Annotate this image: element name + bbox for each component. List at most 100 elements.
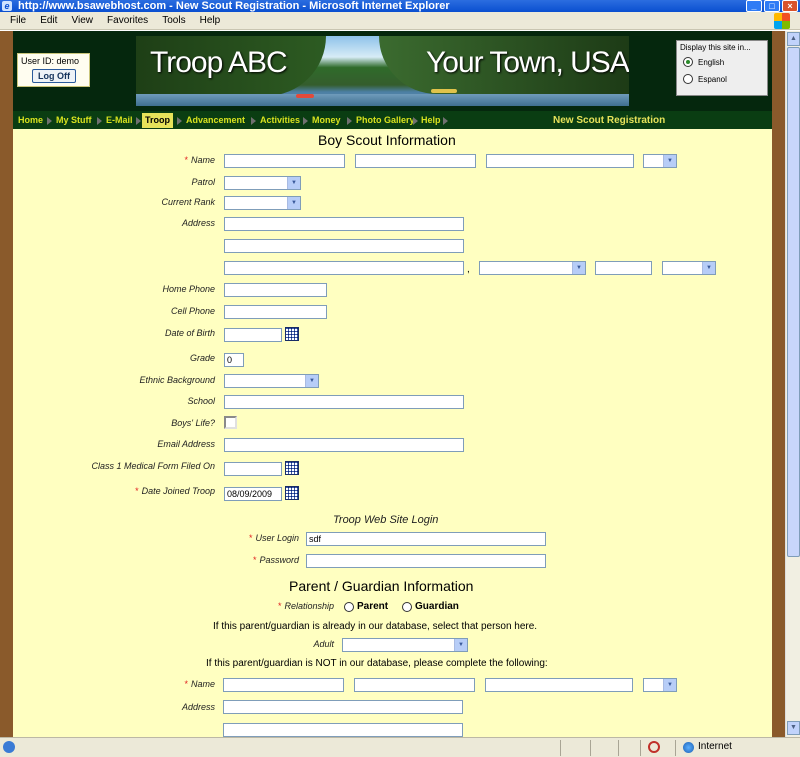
parent-last-name-input[interactable] <box>485 678 633 692</box>
minimize-button[interactable]: _ <box>746 0 762 12</box>
user-login-input[interactable]: sdf <box>306 532 546 546</box>
school-input[interactable] <box>224 395 464 409</box>
scroll-up-icon[interactable]: ▲ <box>787 32 800 46</box>
maximize-button[interactable]: □ <box>764 0 780 12</box>
date-joined-label: * Date Joined Troop <box>135 486 215 496</box>
rank-select[interactable] <box>224 196 301 210</box>
nav-advancement[interactable]: Advancement <box>183 113 248 128</box>
menu-file[interactable]: File <box>10 12 26 30</box>
patrol-label: Patrol <box>191 177 215 187</box>
page-viewport: User ID: demo Log Off Troop ABC Your Tow… <box>0 31 785 737</box>
vertical-scrollbar[interactable]: ▲ ▼ <box>785 31 800 737</box>
log-off-button[interactable]: Log Off <box>32 69 76 83</box>
status-bar: Internet <box>0 737 800 757</box>
adult-label: Adult <box>313 639 334 649</box>
nav-money[interactable]: Money <box>309 113 344 128</box>
left-frame <box>0 31 13 737</box>
parent-address-line2-input[interactable] <box>223 723 463 737</box>
first-name-input[interactable] <box>224 154 345 168</box>
state-select[interactable] <box>479 261 586 275</box>
grade-input[interactable]: 0 <box>224 353 244 367</box>
dob-input[interactable] <box>224 328 282 342</box>
ethnic-select[interactable] <box>224 374 319 388</box>
required-marker: * <box>248 533 253 543</box>
arrow-right-icon <box>97 117 102 125</box>
nav-help[interactable]: Help <box>418 113 444 128</box>
nav-my-stuff[interactable]: My Stuff <box>53 113 95 128</box>
parent-name-label: * Name <box>184 679 215 689</box>
boys-life-checkbox[interactable] <box>224 416 237 429</box>
right-frame <box>772 31 785 737</box>
arrow-right-icon <box>136 117 141 125</box>
menu-help[interactable]: Help <box>200 12 221 30</box>
radio-icon[interactable] <box>683 57 693 67</box>
language-option-english[interactable]: English <box>680 55 764 72</box>
radio-icon[interactable] <box>683 74 693 84</box>
arrow-right-icon <box>443 117 448 125</box>
zip-input[interactable] <box>595 261 652 275</box>
nav-activities[interactable]: Activities <box>257 113 303 128</box>
radio-icon[interactable] <box>344 602 354 612</box>
email-input[interactable] <box>224 438 464 452</box>
menu-favorites[interactable]: Favorites <box>107 12 148 30</box>
canoe-icon <box>431 89 457 93</box>
calendar-icon[interactable] <box>285 327 299 341</box>
scroll-down-icon[interactable]: ▼ <box>787 721 800 735</box>
arrow-right-icon <box>177 117 182 125</box>
existing-parent-text: If this parent/guardian is already in ou… <box>213 621 538 632</box>
home-phone-input[interactable] <box>224 283 327 297</box>
scroll-thumb[interactable] <box>787 47 800 557</box>
date-joined-input[interactable]: 08/09/2009 <box>224 487 282 501</box>
parent-first-name-input[interactable] <box>223 678 344 692</box>
name-label: * Name <box>184 155 215 165</box>
radio-icon[interactable] <box>402 602 412 612</box>
parent-address-line1-input[interactable] <box>223 700 463 714</box>
page-status-icon <box>3 741 15 753</box>
close-button[interactable]: × <box>782 0 798 12</box>
password-input[interactable] <box>306 554 546 568</box>
menu-view[interactable]: View <box>71 12 93 30</box>
user-id-label: User ID: <box>21 56 55 66</box>
dob-label: Date of Birth <box>164 328 215 338</box>
window-title: http://www.bsawebhost.com - New Scout Re… <box>18 0 450 12</box>
required-marker: * <box>135 486 139 496</box>
menu-edit[interactable]: Edit <box>40 12 57 30</box>
cell-phone-input[interactable] <box>224 305 327 319</box>
school-label: School <box>187 396 215 406</box>
required-marker: * <box>252 555 257 565</box>
popup-blocker-icon[interactable] <box>648 741 660 753</box>
relationship-parent-radio[interactable]: Parent <box>344 601 388 612</box>
language-title: Display this site in... <box>680 43 751 52</box>
parent-middle-name-input[interactable] <box>354 678 475 692</box>
adult-select[interactable] <box>342 638 468 652</box>
calendar-icon[interactable] <box>285 461 299 475</box>
language-option-espanol[interactable]: Espanol <box>680 72 764 89</box>
name-suffix-select[interactable] <box>643 154 677 168</box>
scout-section-title: Boy Scout Information <box>318 132 456 148</box>
nav-photo-gallery[interactable]: Photo Gallery <box>353 113 418 128</box>
nav-email[interactable]: E-Mail <box>103 113 136 128</box>
patrol-select[interactable] <box>224 176 301 190</box>
address-line1-input[interactable] <box>224 217 464 231</box>
nav-home[interactable]: Home <box>15 113 46 128</box>
password-label: * Password <box>252 555 299 565</box>
calendar-icon[interactable] <box>285 486 299 500</box>
medical-form-date-input[interactable] <box>224 462 282 476</box>
window-titlebar: e http://www.bsawebhost.com - New Scout … <box>0 0 800 12</box>
home-phone-label: Home Phone <box>162 284 215 294</box>
address-line2-input[interactable] <box>224 239 464 253</box>
arrow-right-icon <box>303 117 308 125</box>
middle-name-input[interactable] <box>355 154 476 168</box>
relationship-guardian-radio[interactable]: Guardian <box>402 601 459 612</box>
menu-tools[interactable]: Tools <box>162 12 185 30</box>
parent-name-suffix-select[interactable] <box>643 678 677 692</box>
rank-label: Current Rank <box>161 197 215 207</box>
required-marker: * <box>184 679 188 689</box>
last-name-input[interactable] <box>486 154 634 168</box>
globe-icon <box>683 742 694 753</box>
nav-troop[interactable]: Troop <box>142 113 173 128</box>
email-label: Email Address <box>157 439 215 449</box>
city-input[interactable] <box>224 261 464 275</box>
town-title: Your Town, USA <box>426 46 629 79</box>
country-select[interactable] <box>662 261 716 275</box>
